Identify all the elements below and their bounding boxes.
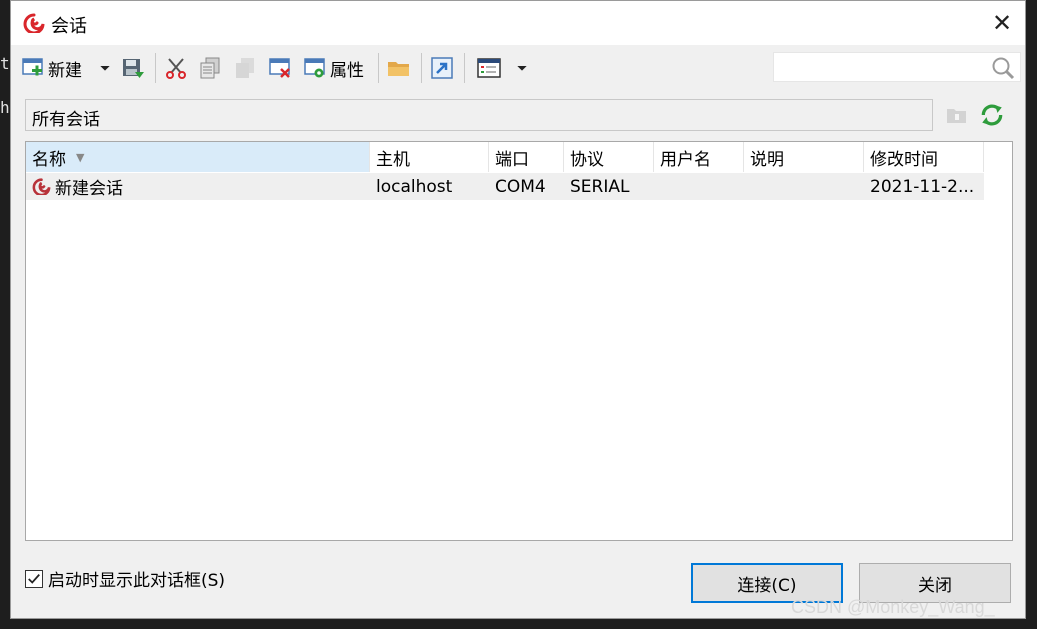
session-host-cell: localhost (376, 176, 453, 197)
toolbar-separator (155, 53, 156, 83)
app-logo-icon (23, 13, 45, 33)
column-header-label: 名称 (32, 149, 66, 170)
toolbar-separator (378, 53, 379, 83)
column-header-description[interactable]: 说明 (744, 142, 864, 172)
session-dialog: 会话 ✕ 新建 属性 所有会话 名称 ▼ 主机 端口 协议 用户名 说明 修改时… (10, 0, 1026, 619)
copy-button[interactable] (198, 53, 222, 83)
properties-icon (304, 58, 325, 78)
refresh-button[interactable] (978, 101, 1006, 129)
paste-button[interactable] (233, 53, 257, 83)
dropdown-arrow-icon (100, 66, 110, 71)
search-box (773, 52, 1021, 82)
background-terminal-glyph: t (0, 54, 10, 73)
show-on-startup-checkbox[interactable]: 启动时显示此对话框(S) (25, 566, 225, 591)
session-logo-icon (32, 178, 51, 195)
folder-icon (388, 62, 409, 76)
column-header-port[interactable]: 端口 (489, 142, 564, 172)
view-list-icon (477, 58, 501, 78)
properties-button[interactable]: 属性 (303, 53, 364, 83)
delete-icon (269, 58, 290, 78)
session-username-cell (654, 173, 744, 200)
title-bar: 会话 ✕ (11, 1, 1025, 45)
column-header-name[interactable]: 名称 ▼ (26, 142, 370, 172)
new-session-icon (22, 58, 43, 76)
cut-icon (166, 58, 186, 79)
session-protocol-cell: SERIAL (570, 176, 630, 197)
shortcut-button[interactable] (430, 53, 454, 83)
checkbox-box[interactable] (25, 569, 43, 588)
column-header-modified[interactable]: 修改时间 (864, 142, 984, 172)
column-header-label: 主机 (376, 149, 410, 170)
cut-button[interactable] (164, 53, 188, 83)
save-session-button[interactable] (121, 53, 145, 83)
paste-icon (236, 58, 254, 78)
search-input[interactable] (778, 53, 992, 81)
refresh-icon (981, 104, 1003, 126)
session-modified-cell: 2021-11-2... (870, 176, 975, 197)
session-list: 名称 ▼ 主机 端口 协议 用户名 说明 修改时间 新建会话 localhost… (25, 141, 1013, 541)
folder-path-text: 所有会话 (32, 110, 100, 130)
session-port-cell: COM4 (495, 176, 546, 197)
window-close-button[interactable]: ✕ (979, 1, 1025, 45)
new-session-dropdown[interactable] (97, 53, 113, 83)
properties-label: 属性 (330, 60, 364, 81)
column-header-label: 端口 (495, 149, 529, 170)
toolbar-separator (464, 53, 465, 83)
column-header-username[interactable]: 用户名 (654, 142, 744, 172)
dropdown-arrow-icon (517, 66, 527, 71)
view-mode-button[interactable] (477, 53, 501, 83)
column-header-label: 协议 (570, 149, 604, 170)
new-folder-button[interactable] (943, 101, 971, 129)
session-name-cell: 新建会话 (26, 173, 370, 200)
sort-descending-icon: ▼ (76, 150, 85, 164)
show-on-startup-label: 启动时显示此对话框(S) (48, 571, 226, 591)
toolbar-separator (421, 53, 422, 83)
shortcut-arrow-icon (431, 57, 453, 79)
column-header-label: 用户名 (660, 149, 711, 170)
column-header-label: 修改时间 (870, 149, 938, 170)
watermark: CSDN @Monkey_Wang_ (791, 597, 995, 617)
save-icon (123, 59, 144, 78)
delete-session-button[interactable] (268, 53, 292, 83)
view-mode-dropdown[interactable] (514, 53, 530, 83)
checkmark-icon (28, 573, 40, 584)
open-folder-button[interactable] (387, 53, 411, 83)
column-header-protocol[interactable]: 协议 (564, 142, 654, 172)
session-name: 新建会话 (55, 179, 123, 199)
column-header-host[interactable]: 主机 (370, 142, 489, 172)
session-description-cell (744, 173, 864, 200)
window-title: 会话 (51, 16, 87, 37)
column-header-label: 说明 (750, 149, 784, 170)
new-folder-icon (947, 109, 966, 123)
search-icon[interactable] (990, 55, 1016, 81)
table-row[interactable]: 新建会话 localhost COM4 SERIAL 2021-11-2... (26, 173, 984, 200)
background-terminal-glyph: h (0, 98, 10, 117)
new-session-label: 新建 (48, 60, 82, 81)
copy-icon (200, 57, 220, 79)
folder-path-bar: 所有会话 (25, 99, 933, 131)
new-session-button[interactable]: 新建 (21, 53, 82, 83)
